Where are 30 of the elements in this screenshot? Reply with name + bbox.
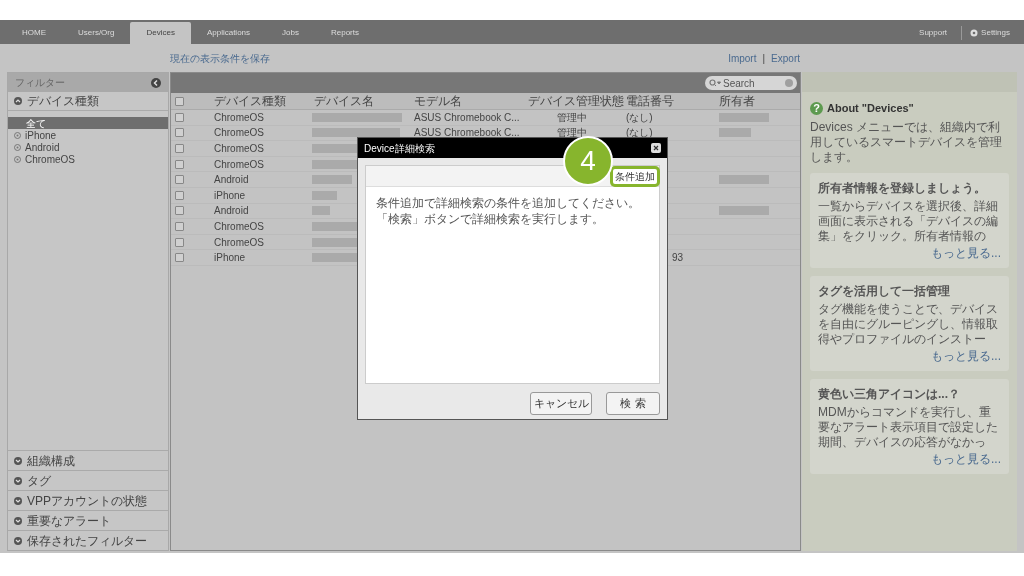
table-cell: 管理中 xyxy=(557,111,587,123)
table-cell: iPhone xyxy=(214,252,246,264)
table-cell: 93 xyxy=(672,252,684,264)
table-cell: Android xyxy=(214,174,249,186)
instruction-text: 条件追加で詳細検索の条件を追加してください。 xyxy=(376,195,641,211)
help-icon: ? xyxy=(810,101,823,115)
table-cell: ChromeOS xyxy=(214,143,264,154)
dialog-title: Device詳細検索 xyxy=(364,141,435,156)
section-label: デバイス種類 xyxy=(27,93,99,110)
tip-text: タグ機能を使うことで、デバイスを自由にグルーピングし、情報取得やプロファイルのインストー xyxy=(818,301,999,347)
table-cell: ChromeOS xyxy=(214,111,264,123)
table-cell: ChromeOS xyxy=(214,220,264,232)
tip-title: 黄色い三角アイコンは...？ xyxy=(818,385,961,403)
help-title: About "Devices" xyxy=(827,101,914,116)
table-cell: ASUS Chromebook C... xyxy=(414,111,520,123)
table-cell: (なし) xyxy=(626,111,653,123)
table-cell: ChromeOS xyxy=(214,127,264,139)
table-cell: ChromeOS xyxy=(214,236,264,248)
table-cell: Android xyxy=(214,205,249,217)
table-cell: ChromeOS xyxy=(214,158,264,170)
table-cell: 管理中 xyxy=(557,127,587,139)
tip-text: MDMからコマンドを実行し、重要なアラート表示項目で設定した期間、デバイスの応答がなかっ xyxy=(818,404,999,450)
instruction-text: 「検索」ボタンで詳細検索を実行します。 xyxy=(376,211,605,227)
help-description: Devices メニューでは、組織内で利用しているスマートデバイスを管理します。 xyxy=(810,119,1003,165)
table-cell: ASUS Chromebook C... xyxy=(414,127,520,139)
tip-title: 所有者情報を登録しましょう。 xyxy=(818,179,987,197)
separator-text: | xyxy=(762,51,766,66)
table-cell: iPhone xyxy=(214,189,246,201)
tip-text: 一覧からデバイスを選択後、詳細画面に表示される「デバイスの編集」をクリック。所有者情報の xyxy=(818,198,999,244)
tip-title: タグを活用して一括管理 xyxy=(818,282,951,300)
